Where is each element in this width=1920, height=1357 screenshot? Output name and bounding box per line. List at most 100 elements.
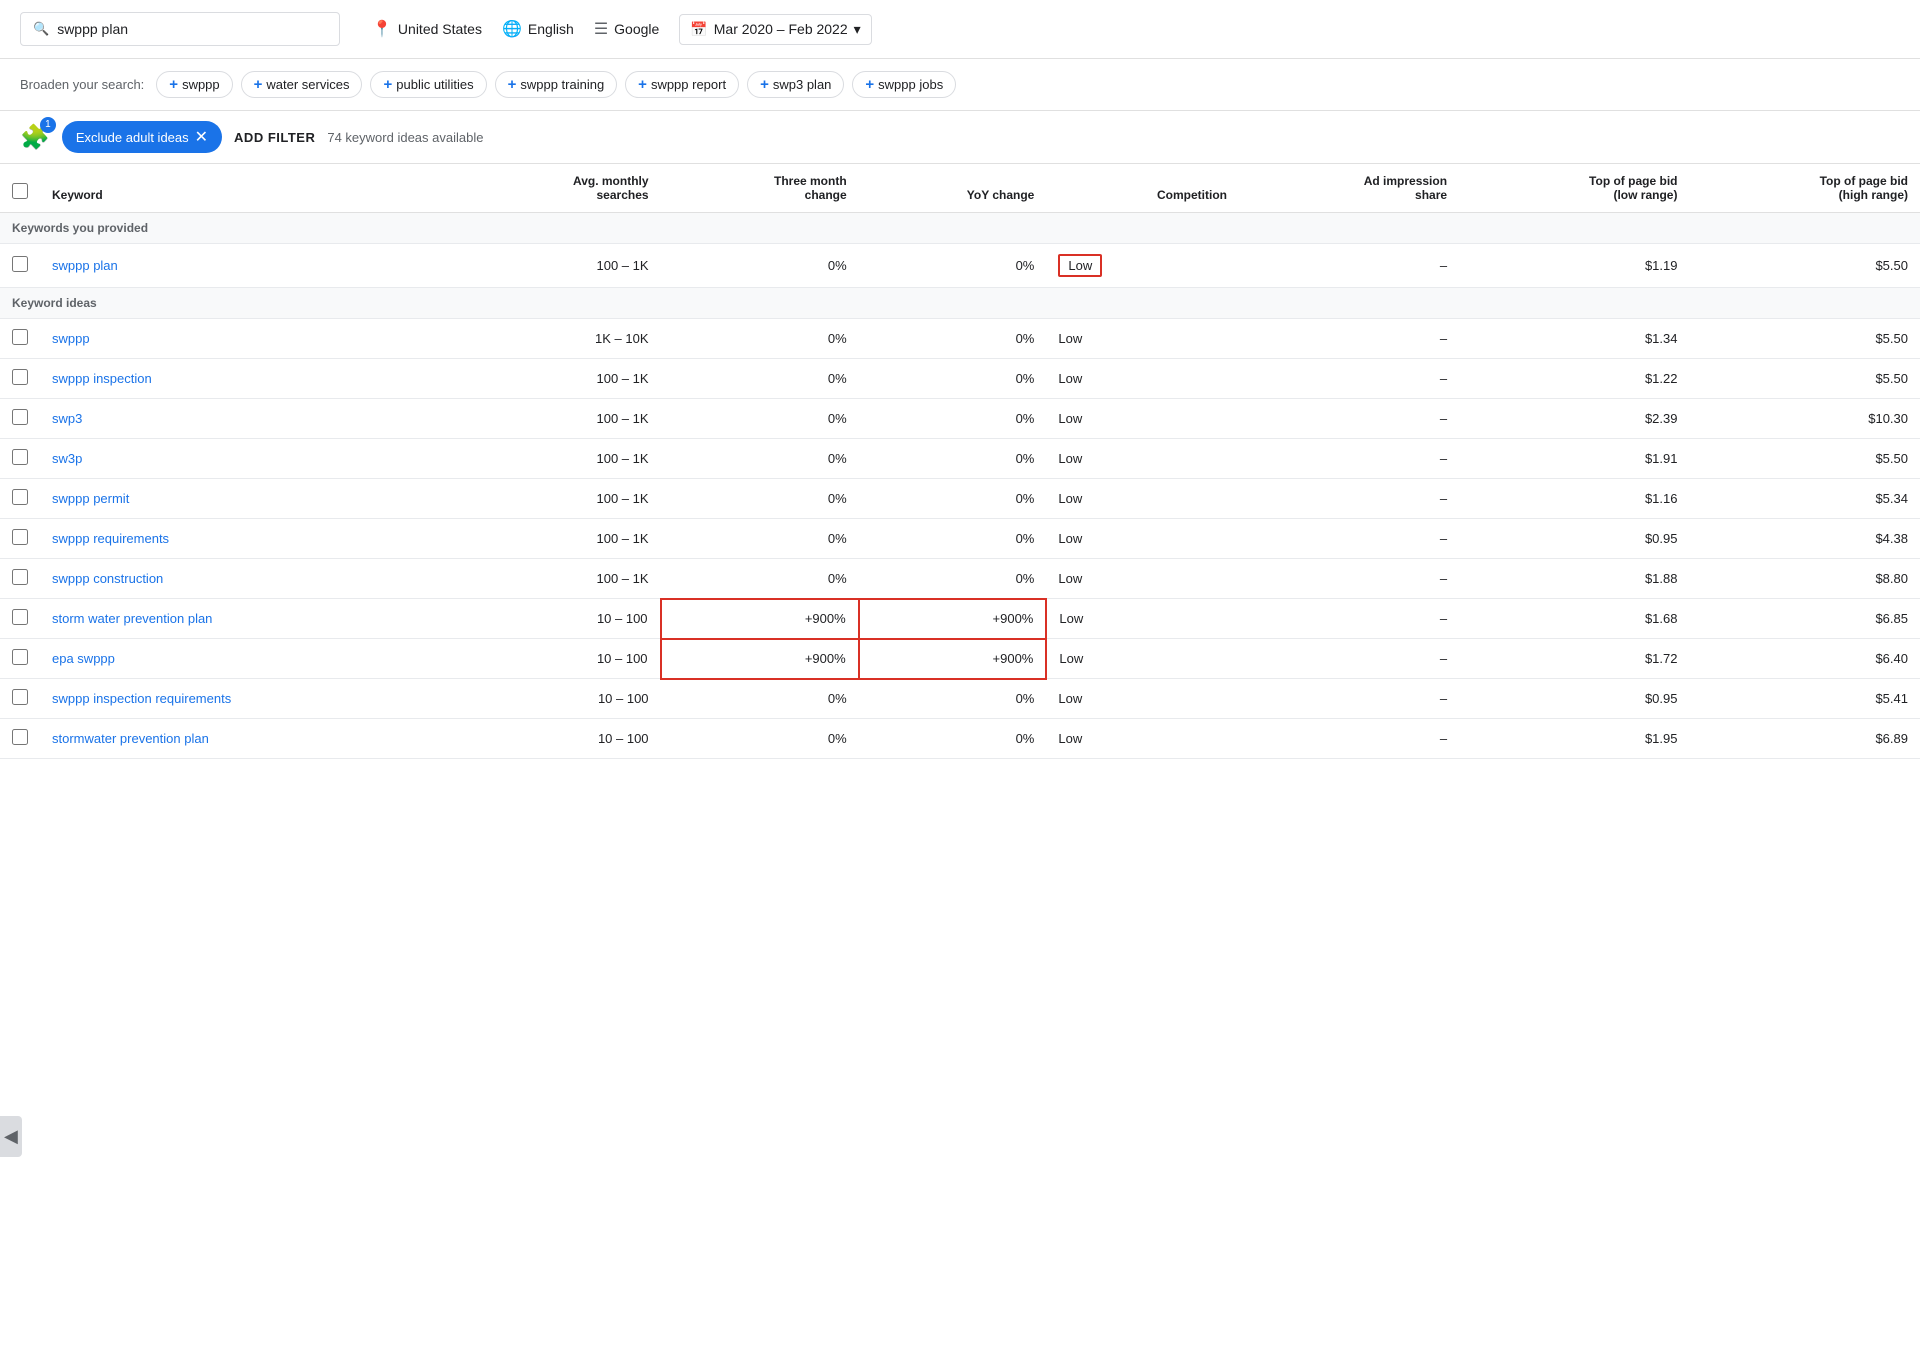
col-keyword: Keyword — [40, 164, 457, 213]
plus-icon: + — [865, 76, 874, 93]
row-checkbox[interactable] — [12, 729, 28, 745]
exclude-label: Exclude adult ideas — [76, 130, 189, 145]
date-range-selector[interactable]: 📅 Mar 2020 – Feb 2022 ▾ — [679, 14, 871, 45]
select-all-checkbox[interactable] — [12, 183, 28, 199]
date-range-label: Mar 2020 – Feb 2022 — [714, 21, 848, 37]
keyword-cell[interactable]: swp3 — [40, 399, 457, 439]
keyword-table-wrap: Keyword Avg. monthlysearches Three month… — [0, 164, 1920, 759]
row-checkbox[interactable] — [12, 649, 28, 665]
top-bar: 🔍 📍 United States 🌐 English ☰ Google 📅 M… — [0, 0, 1920, 59]
table-row: swp3 100 – 1K 0% 0% Low – $2.39 $10.30 — [0, 399, 1920, 439]
search-input[interactable] — [57, 21, 327, 37]
table-row: swppp inspection 100 – 1K 0% 0% Low – $1… — [0, 359, 1920, 399]
keyword-cell[interactable]: stormwater prevention plan — [40, 719, 457, 759]
row-checkbox-cell[interactable] — [0, 439, 40, 479]
table-row: swppp construction 100 – 1K 0% 0% Low – … — [0, 559, 1920, 599]
keyword-cell[interactable]: swppp plan — [40, 244, 457, 288]
header-checkbox-cell[interactable] — [0, 164, 40, 213]
row-checkbox-cell[interactable] — [0, 244, 40, 288]
section-ideas-header: Keyword ideas — [0, 288, 1920, 319]
plus-icon: + — [254, 76, 263, 93]
network-selector[interactable]: ☰ Google — [594, 19, 660, 39]
scroll-left-hint[interactable]: ◀ — [0, 1116, 22, 1157]
filter-badge: 1 — [40, 117, 56, 133]
row-checkbox-cell[interactable] — [0, 599, 40, 639]
table-header: Keyword Avg. monthlysearches Three month… — [0, 164, 1920, 213]
row-checkbox[interactable] — [12, 329, 28, 345]
broaden-chip-swp3-plan[interactable]: + swp3 plan — [747, 71, 844, 98]
location-icon: 📍 — [372, 19, 392, 39]
broaden-chip-swppp-jobs[interactable]: + swppp jobs — [852, 71, 956, 98]
row-checkbox[interactable] — [12, 609, 28, 625]
search-icon: 🔍 — [33, 21, 49, 37]
table-row: swppp inspection requirements 10 – 100 0… — [0, 679, 1920, 719]
broaden-chip-swppp-training[interactable]: + swppp training — [495, 71, 618, 98]
broaden-chip-swppp-report[interactable]: + swppp report — [625, 71, 739, 98]
row-checkbox[interactable] — [12, 409, 28, 425]
language-label: English — [528, 21, 574, 37]
ideas-count: 74 keyword ideas available — [327, 130, 483, 145]
exclude-adult-button[interactable]: Exclude adult ideas ✕ — [62, 121, 222, 153]
table-row: swppp requirements 100 – 1K 0% 0% Low – … — [0, 519, 1920, 559]
row-checkbox-cell[interactable] — [0, 479, 40, 519]
chip-label: swppp training — [520, 77, 604, 92]
table-row: swppp permit 100 – 1K 0% 0% Low – $1.16 … — [0, 479, 1920, 519]
network-icon: ☰ — [594, 19, 608, 39]
keyword-cell[interactable]: swppp permit — [40, 479, 457, 519]
broaden-chip-water-services[interactable]: + water services — [241, 71, 363, 98]
filter-icon-wrap: 🧩 1 — [20, 123, 50, 152]
col-three-month: Three monthchange — [661, 164, 859, 213]
table-row: swppp 1K – 10K 0% 0% Low – $1.34 $5.50 — [0, 319, 1920, 359]
row-checkbox-cell[interactable] — [0, 359, 40, 399]
row-checkbox-cell[interactable] — [0, 679, 40, 719]
location-label: United States — [398, 21, 482, 37]
location-selector[interactable]: 📍 United States — [372, 19, 482, 39]
row-checkbox[interactable] — [12, 489, 28, 505]
top-bar-meta: 📍 United States 🌐 English ☰ Google 📅 Mar… — [372, 14, 872, 45]
broaden-chip-public-utilities[interactable]: + public utilities — [370, 71, 486, 98]
keyword-table: Keyword Avg. monthlysearches Three month… — [0, 164, 1920, 759]
row-checkbox[interactable] — [12, 689, 28, 705]
chip-label: public utilities — [396, 77, 473, 92]
col-competition: Competition — [1046, 164, 1239, 213]
keyword-cell[interactable]: swppp inspection — [40, 359, 457, 399]
row-checkbox-cell[interactable] — [0, 719, 40, 759]
plus-icon: + — [383, 76, 392, 93]
broaden-search-bar: Broaden your search: + swppp + water ser… — [0, 59, 1920, 111]
row-checkbox-cell[interactable] — [0, 519, 40, 559]
search-box[interactable]: 🔍 — [20, 12, 340, 46]
row-checkbox-cell[interactable] — [0, 319, 40, 359]
row-checkbox[interactable] — [12, 369, 28, 385]
row-checkbox[interactable] — [12, 569, 28, 585]
keyword-cell[interactable]: swppp construction — [40, 559, 457, 599]
language-icon: 🌐 — [502, 19, 522, 39]
table-row: stormwater prevention plan 10 – 100 0% 0… — [0, 719, 1920, 759]
row-checkbox[interactable] — [12, 529, 28, 545]
row-checkbox[interactable] — [12, 256, 28, 272]
chip-label: water services — [266, 77, 349, 92]
three-month-highlight2: +900% — [661, 639, 859, 679]
chip-label: swppp jobs — [878, 77, 943, 92]
bid-low: $1.19 — [1459, 244, 1689, 288]
row-checkbox-cell[interactable] — [0, 559, 40, 599]
chip-label: swppp — [182, 77, 220, 92]
keyword-cell[interactable]: swppp inspection requirements — [40, 679, 457, 719]
keyword-cell[interactable]: swppp requirements — [40, 519, 457, 559]
col-avg-monthly: Avg. monthlysearches — [457, 164, 661, 213]
three-month: 0% — [661, 244, 859, 288]
row-checkbox-cell[interactable] — [0, 399, 40, 439]
keyword-cell[interactable]: sw3p — [40, 439, 457, 479]
chip-label: swp3 plan — [773, 77, 832, 92]
keyword-cell[interactable]: storm water prevention plan — [40, 599, 457, 639]
keyword-cell[interactable]: epa swppp — [40, 639, 457, 679]
keyword-cell[interactable]: swppp — [40, 319, 457, 359]
row-checkbox-cell[interactable] — [0, 639, 40, 679]
close-icon[interactable]: ✕ — [195, 127, 208, 147]
language-selector[interactable]: 🌐 English — [502, 19, 574, 39]
three-month-highlight: +900% — [661, 599, 859, 639]
plus-icon: + — [508, 76, 517, 93]
add-filter-button[interactable]: ADD FILTER — [234, 130, 315, 145]
avg-monthly: 100 – 1K — [457, 244, 661, 288]
broaden-chip-swppp[interactable]: + swppp — [156, 71, 232, 98]
row-checkbox[interactable] — [12, 449, 28, 465]
